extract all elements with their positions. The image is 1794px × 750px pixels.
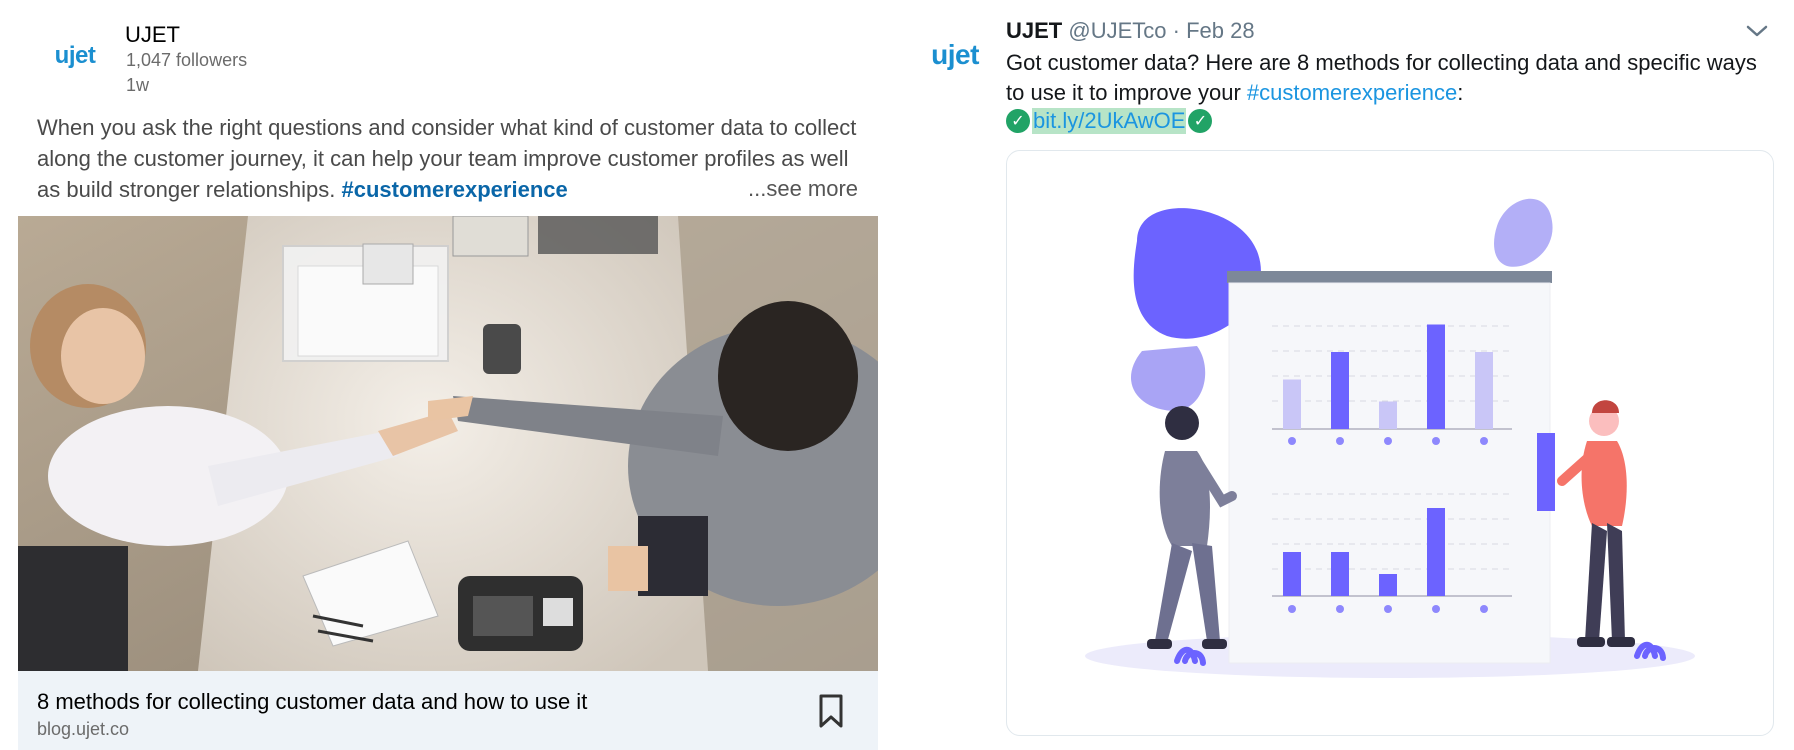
linkedin-card-domain: blog.ujet.co — [37, 719, 130, 739]
illustration-bar — [1331, 552, 1349, 596]
illustration-bar — [1379, 401, 1397, 429]
linkedin-hashtag-link[interactable]: #customerexperience — [342, 177, 568, 202]
illustration-bar — [1331, 352, 1349, 429]
linkedin-card-title[interactable]: 8 methods for collecting customer data a… — [37, 689, 587, 715]
data-chart-illustration — [1085, 198, 1695, 678]
linkedin-post-image[interactable] — [18, 216, 878, 671]
check-mark-icon: ✓ — [1006, 109, 1030, 133]
twitter-tweet-text: Got customer data? Here are 8 methods fo… — [1006, 48, 1776, 108]
linkedin-see-more-link[interactable]: ...see more — [748, 176, 858, 202]
linkedin-logo-text: ujet — [54, 42, 96, 69]
illustration-bar — [1283, 552, 1301, 596]
illustration-bar — [1475, 352, 1493, 429]
linkedin-follower-count: 1,047 followers — [126, 50, 248, 70]
twitter-tweet-header: UJET @UJETco · Feb 28 — [1006, 18, 1255, 44]
twitter-tweet-punctuation: : — [1457, 80, 1464, 105]
twitter-link-row: ✓ bit.ly/2UkAwOE ✓ — [1006, 106, 1213, 136]
illustration-bar — [1427, 508, 1445, 596]
illustration-bar — [1283, 379, 1301, 429]
twitter-handle[interactable]: @UJETco — [1068, 18, 1166, 43]
bookmark-icon[interactable] — [818, 693, 844, 729]
twitter-link-card[interactable] — [1006, 150, 1774, 736]
twitter-short-link[interactable]: bit.ly/2UkAwOE — [1032, 108, 1187, 134]
twitter-profile-avatar[interactable]: ujet — [920, 20, 990, 90]
illustration-bar — [1379, 574, 1397, 596]
twitter-hashtag-link[interactable]: #customerexperience — [1247, 80, 1457, 105]
twitter-tweet-date[interactable]: Feb 28 — [1186, 18, 1255, 43]
twitter-separator: · — [1166, 18, 1187, 43]
twitter-logo-text: ujet — [931, 39, 979, 70]
illustration-bar — [1427, 324, 1445, 429]
check-mark-icon: ✓ — [1188, 109, 1213, 133]
linkedin-post-time: 1w — [126, 75, 150, 95]
linkedin-company-name[interactable]: UJET — [125, 22, 180, 48]
linkedin-post-body: When you ask the right questions and con… — [37, 112, 867, 205]
linkedin-company-logo[interactable]: ujet — [35, 20, 115, 92]
chevron-down-icon[interactable] — [1744, 22, 1770, 40]
handshake-photo — [18, 216, 878, 671]
twitter-display-name[interactable]: UJET — [1006, 18, 1062, 43]
